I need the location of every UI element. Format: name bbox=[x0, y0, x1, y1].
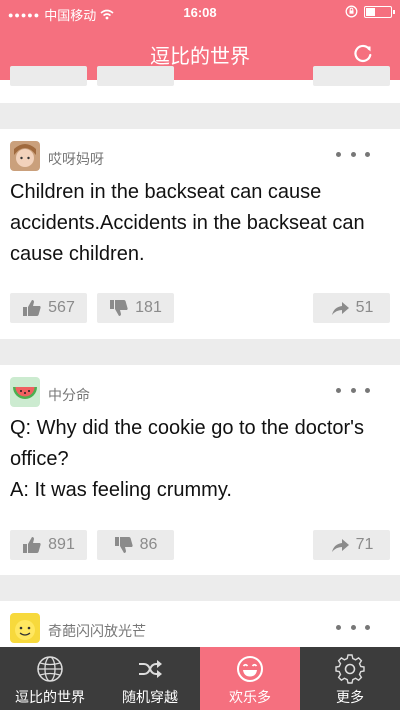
avatar[interactable] bbox=[10, 141, 40, 171]
author-name[interactable]: 哎呀妈呀 bbox=[48, 149, 104, 169]
avatar[interactable] bbox=[10, 613, 40, 643]
dislike-button[interactable]: 86 bbox=[97, 530, 174, 560]
tab-label: 逗比的世界 bbox=[15, 689, 85, 705]
post-card: 奇葩闪闪放光芒 bbox=[0, 601, 400, 647]
clock: 16:08 bbox=[183, 5, 217, 20]
more-options-icon[interactable] bbox=[336, 625, 370, 631]
tab-label: 随机穿越 bbox=[122, 689, 178, 705]
share-arrow-icon bbox=[331, 539, 349, 552]
dislike-button[interactable]: 181 bbox=[97, 293, 174, 323]
tab-label: 欢乐多 bbox=[229, 689, 271, 705]
shuffle-icon bbox=[139, 660, 162, 678]
gear-icon bbox=[335, 654, 365, 684]
like-button[interactable]: 567 bbox=[10, 293, 87, 323]
thumbs-up-icon bbox=[23, 300, 41, 316]
battery-icon bbox=[364, 5, 395, 18]
avatar[interactable] bbox=[10, 377, 40, 407]
dislike-count: 181 bbox=[135, 299, 162, 316]
globe-icon bbox=[37, 656, 63, 682]
joke-text: Children in the backseat can cause accid… bbox=[10, 181, 365, 265]
more-options-icon[interactable] bbox=[336, 152, 370, 158]
post-card: 中分命 Q: Why did the cookie go to the doct… bbox=[0, 365, 400, 575]
thumbs-down-icon bbox=[114, 537, 133, 553]
share-count: 71 bbox=[355, 536, 374, 553]
share-button[interactable]: 51 bbox=[313, 293, 390, 323]
like-count: 891 bbox=[48, 536, 75, 553]
like-count: 567 bbox=[48, 299, 75, 316]
rotation-lock-icon bbox=[345, 5, 358, 18]
tab-bar: 逗比的世界 随机穿越 欢乐多 更多 bbox=[0, 647, 400, 710]
status-bar: ●●●●● 中国移动 16:08 bbox=[0, 0, 400, 26]
thumbs-up-icon bbox=[23, 537, 41, 553]
post-card: 哎呀妈呀 Children in the backseat can cause … bbox=[0, 129, 400, 339]
share-button[interactable]: 71 bbox=[313, 530, 390, 560]
thumbs-down-icon bbox=[110, 300, 128, 316]
tab-label: 更多 bbox=[336, 689, 364, 705]
tab-world[interactable]: 逗比的世界 bbox=[0, 647, 100, 710]
joke-text: Q: Why did the cookie go to the doctor's… bbox=[10, 417, 365, 501]
share-arrow-icon bbox=[331, 302, 349, 315]
author-name[interactable]: 奇葩闪闪放光芒 bbox=[48, 621, 146, 641]
dislike-count: 86 bbox=[139, 536, 158, 553]
refresh-icon[interactable] bbox=[352, 42, 374, 64]
share-count: 51 bbox=[355, 299, 374, 316]
smiley-icon bbox=[237, 656, 263, 682]
share-button[interactable] bbox=[313, 66, 390, 86]
tab-more[interactable]: 更多 bbox=[300, 647, 400, 710]
tab-random[interactable]: 随机穿越 bbox=[100, 647, 200, 710]
page-title: 逗比的世界 bbox=[150, 46, 250, 68]
like-button[interactable] bbox=[10, 66, 87, 86]
author-name[interactable]: 中分命 bbox=[48, 385, 90, 405]
more-options-icon[interactable] bbox=[336, 388, 370, 394]
like-button[interactable]: 891 bbox=[10, 530, 87, 560]
tab-fun[interactable]: 欢乐多 bbox=[200, 647, 300, 710]
previous-post-card bbox=[0, 66, 400, 103]
dislike-button[interactable] bbox=[97, 66, 174, 86]
